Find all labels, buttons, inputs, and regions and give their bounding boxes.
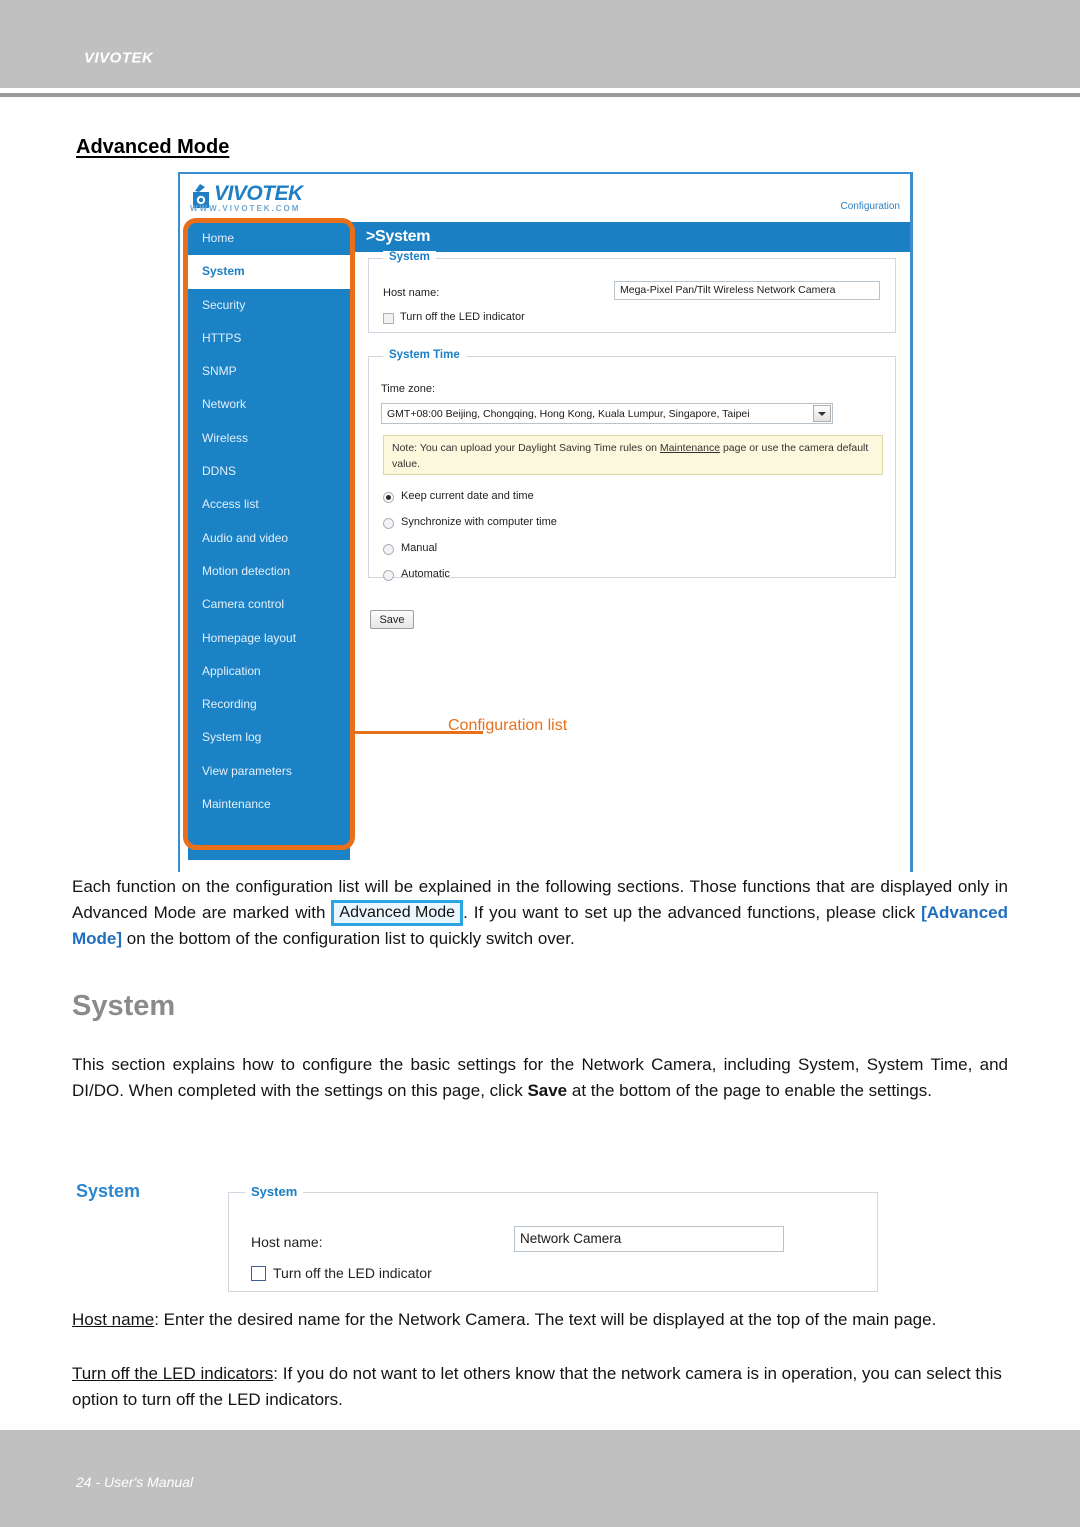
- intro-text-part2: . If you want to set up the advanced fun…: [463, 902, 922, 922]
- time-option-label: Manual: [401, 542, 438, 554]
- sidebar-item-access-list[interactable]: Access list: [188, 488, 350, 521]
- logo-wordmark: VIVOTEK: [214, 182, 303, 205]
- configuration-list-sidebar[interactable]: Home System Security HTTPS SNMP Network Wirele…: [188, 222, 350, 860]
- header-divider: [0, 93, 1080, 97]
- led-description: Turn off the LED indicators: If you do n…: [72, 1361, 1008, 1413]
- host-name-input-2[interactable]: Network Camera: [514, 1226, 784, 1252]
- hostname-desc: : Enter the desired name for the Network…: [154, 1310, 937, 1329]
- brand-wordmark: VIVOTEK: [84, 49, 154, 67]
- sidebar-item-https[interactable]: HTTPS: [188, 322, 350, 355]
- sidebar-item-recording[interactable]: Recording: [188, 688, 350, 721]
- led-checkbox-2[interactable]: [251, 1266, 266, 1281]
- page-number-label: 24 - User's Manual: [76, 1474, 194, 1490]
- time-zone-select[interactable]: GMT+08:00 Beijing, Chongqing, Hong Kong,…: [381, 403, 833, 424]
- camera-ui-page-title-bar: >System: [350, 222, 910, 252]
- page-header: VIVOTEK: [0, 0, 1080, 88]
- system-section-heading: System: [72, 990, 176, 1022]
- system-time-panel-legend: System Time: [383, 349, 466, 361]
- sidebar-item-system[interactable]: System: [188, 255, 350, 289]
- configuration-link[interactable]: Configuration: [841, 201, 900, 212]
- time-zone-value: GMT+08:00 Beijing, Chongqing, Hong Kong,…: [387, 407, 750, 420]
- radio-icon[interactable]: [383, 544, 394, 555]
- save-emphasis: Save: [527, 1080, 568, 1100]
- callout-label: Configuration list: [448, 717, 568, 734]
- hostname-description: Host name: Enter the desired name for th…: [72, 1307, 1008, 1333]
- intro-paragraph: Each function on the configuration list …: [72, 874, 1008, 952]
- system-text-part2: at the bottom of the page to enable the …: [567, 1080, 932, 1100]
- system-settings-legend: System: [245, 1184, 304, 1199]
- host-name-label: Host name:: [383, 287, 440, 299]
- sidebar-item-wireless[interactable]: Wireless: [188, 422, 350, 455]
- sidebar-item-home[interactable]: Home: [188, 222, 350, 255]
- sidebar-item-system-log[interactable]: System log: [188, 721, 350, 754]
- sidebar-item-motion-detection[interactable]: Motion detection: [188, 555, 350, 588]
- led-checkbox[interactable]: [383, 313, 394, 324]
- radio-icon[interactable]: [383, 518, 394, 529]
- host-name-label-2: Host name:: [251, 1234, 323, 1250]
- chevron-down-icon[interactable]: [813, 405, 831, 422]
- led-checkbox-label: Turn off the LED indicator: [400, 311, 525, 323]
- page-footer: 24 - User's Manual: [0, 1430, 1080, 1527]
- maintenance-link[interactable]: Maintenance: [660, 442, 720, 454]
- system-description-paragraph: This section explains how to configure t…: [72, 1052, 1008, 1104]
- time-option-label: Synchronize with computer time: [401, 516, 557, 528]
- time-option-label: Keep current date and time: [401, 490, 534, 502]
- system-panel: System Host name: Mega-Pixel Pan/Tilt Wi…: [368, 251, 896, 333]
- sidebar-item-snmp[interactable]: SNMP: [188, 355, 350, 388]
- vivotek-logo: VIVOTEK WWW.VIVOTEK.COM: [188, 182, 348, 217]
- note-prefix: Note: You can upload your Daylight Savin…: [392, 442, 660, 454]
- sidebar-item-audio-and-video[interactable]: Audio and video: [188, 522, 350, 555]
- camera-ui-page-title: >System: [366, 228, 431, 245]
- page-title: Advanced Mode: [76, 136, 230, 158]
- sidebar-item-view-parameters[interactable]: View parameters: [188, 755, 350, 788]
- sidebar-item-network[interactable]: Network: [188, 388, 350, 421]
- sidebar-item-security[interactable]: Security: [188, 289, 350, 322]
- sidebar-item-application[interactable]: Application: [188, 655, 350, 688]
- host-name-input[interactable]: Mega-Pixel Pan/Tilt Wireless Network Cam…: [614, 281, 880, 300]
- intro-text-part3: on the bottom of the configuration list …: [122, 928, 575, 948]
- camera-ui-topbar: VIVOTEK WWW.VIVOTEK.COM Configuration: [180, 174, 910, 222]
- system-settings-panel: System Host name: Network Camera Turn of…: [228, 1184, 878, 1292]
- led-term: Turn off the LED indicators: [72, 1364, 274, 1383]
- led-checkbox-label-2: Turn off the LED indicator: [273, 1265, 432, 1281]
- radio-icon[interactable]: [383, 492, 394, 503]
- sidebar-item-camera-control[interactable]: Camera control: [188, 588, 350, 621]
- sidebar-item-ddns[interactable]: DDNS: [188, 455, 350, 488]
- hostname-term: Host name: [72, 1310, 155, 1329]
- logo-url: WWW.VIVOTEK.COM: [190, 204, 301, 213]
- time-option-label: Automatic: [401, 568, 450, 580]
- camera-ui-screenshot: VIVOTEK WWW.VIVOTEK.COM Configuration >S…: [178, 172, 913, 872]
- sidebar-item-maintenance[interactable]: Maintenance: [188, 788, 350, 821]
- advanced-mode-badge: Advanced Mode: [331, 899, 464, 926]
- system-time-panel: System Time Time zone: GMT+08:00 Beijing…: [368, 349, 896, 581]
- system-subsection-label: System: [76, 1181, 141, 1201]
- save-button[interactable]: Save: [370, 610, 414, 629]
- daylight-saving-note: Note: You can upload your Daylight Savin…: [383, 435, 883, 475]
- system-panel-legend: System: [383, 251, 436, 263]
- sidebar-item-homepage-layout[interactable]: Homepage layout: [188, 622, 350, 655]
- time-zone-label: Time zone:: [381, 383, 436, 395]
- radio-icon[interactable]: [383, 570, 394, 581]
